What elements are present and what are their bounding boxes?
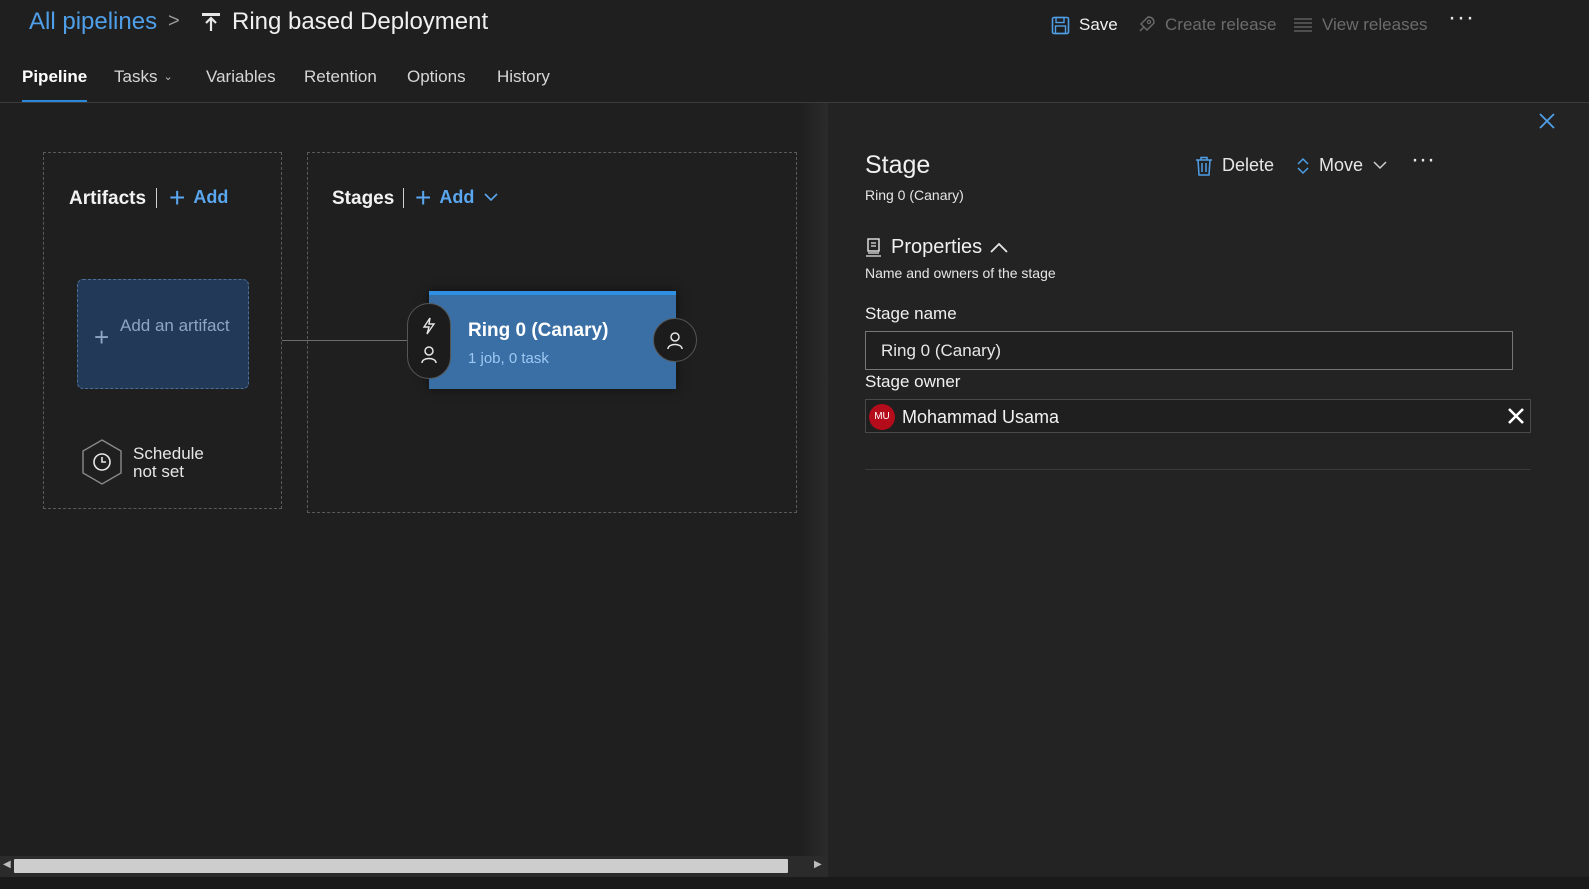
properties-section-toggle[interactable]: Properties <box>865 236 1008 259</box>
post-deployment-conditions[interactable] <box>653 318 697 362</box>
page-title: Ring based Deployment <box>232 8 489 35</box>
chevron-down-icon <box>1373 161 1387 170</box>
clock-icon <box>82 439 122 485</box>
stage-owner-field[interactable]: MU Mohammad Usama <box>865 399 1531 433</box>
stage-name-input[interactable] <box>865 331 1513 370</box>
save-button[interactable]: Save <box>1051 12 1118 38</box>
stage-card-name: Ring 0 (Canary) <box>468 320 609 341</box>
breadcrumb-all-pipelines[interactable]: All pipelines <box>29 8 157 36</box>
breadcrumb-separator: > <box>168 10 180 32</box>
sort-arrows-icon <box>1297 157 1309 174</box>
delete-label: Delete <box>1222 155 1275 175</box>
bottom-strip <box>0 877 1589 889</box>
tab-options[interactable]: Options <box>407 67 466 102</box>
stage-details-panel <box>828 103 1589 877</box>
stage-owner-name: Mohammad Usama <box>902 407 1060 427</box>
lightning-icon <box>422 317 436 335</box>
rocket-icon <box>1139 16 1155 32</box>
add-artifact-label: Add <box>193 187 229 207</box>
section-divider <box>865 469 1531 470</box>
trash-icon <box>1196 156 1212 176</box>
stage-owner-label: Stage owner <box>865 372 961 391</box>
artifacts-divider <box>156 188 157 208</box>
tab-pipeline[interactable]: Pipeline <box>22 67 88 102</box>
top-bar: All pipelines > Ring based Deployment Sa… <box>0 0 1589 48</box>
release-pipeline-icon <box>202 13 220 31</box>
properties-heading: Properties <box>891 236 983 258</box>
chevron-down-icon <box>484 193 498 202</box>
scrollbar-thumb[interactable] <box>14 859 788 873</box>
plus-icon: + <box>415 181 432 213</box>
scroll-right-arrow-icon[interactable]: ▶ <box>814 859 822 870</box>
properties-description: Name and owners of the stage <box>865 265 1056 281</box>
scroll-left-arrow-icon[interactable]: ◀ <box>3 859 11 870</box>
close-icon[interactable] <box>1537 111 1557 131</box>
tab-tasks-label: Tasks <box>114 67 158 86</box>
tab-retention[interactable]: Retention <box>304 67 377 102</box>
create-release-label: Create release <box>1165 15 1277 34</box>
add-stage-button[interactable]: + Add <box>415 181 498 213</box>
tab-variables[interactable]: Variables <box>206 67 276 102</box>
save-label: Save <box>1079 15 1118 34</box>
list-icon <box>1294 18 1312 32</box>
tab-tasks[interactable]: Tasks ⌄ <box>114 67 173 102</box>
view-releases-label: View releases <box>1322 15 1428 34</box>
add-artifact-card[interactable]: + Add an artifact <box>77 279 249 389</box>
stages-divider <box>403 188 404 208</box>
add-stage-label: Add <box>439 187 475 207</box>
schedule-trigger[interactable]: Schedule not set <box>78 438 228 486</box>
stage-card-summary[interactable]: 1 job, 0 task <box>468 350 549 367</box>
add-artifact-button[interactable]: + Add <box>169 181 229 213</box>
save-icon <box>1051 16 1070 34</box>
panel-more-button[interactable]: ··· <box>1411 146 1435 174</box>
chevron-up-icon <box>990 242 1008 253</box>
view-releases-button[interactable]: View releases <box>1293 12 1428 38</box>
create-release-button[interactable]: Create release <box>1136 12 1277 38</box>
more-actions-button[interactable]: ··· <box>1448 4 1475 32</box>
tab-bar: Pipeline Tasks ⌄ Variables Retention Opti… <box>0 56 1589 103</box>
stage-name-label: Stage name <box>865 304 957 323</box>
artifacts-title: Artifacts <box>69 188 147 209</box>
clear-owner-icon[interactable] <box>1504 404 1528 428</box>
panel-title: Stage <box>865 151 931 179</box>
stages-title: Stages <box>332 188 395 209</box>
plus-icon: + <box>169 181 186 213</box>
move-stage-button[interactable]: Move <box>1296 155 1396 176</box>
schedule-label: Schedule not set <box>133 444 204 481</box>
add-artifact-card-label: Add an artifact <box>120 316 230 335</box>
canvas-edge-shadow <box>800 103 828 877</box>
properties-icon <box>866 238 881 257</box>
pre-deployment-conditions[interactable] <box>407 303 451 379</box>
chevron-down-icon: ⌄ <box>163 71 173 83</box>
person-icon <box>421 346 437 364</box>
horizontal-scrollbar[interactable]: ◀ ▶ <box>0 856 828 877</box>
person-icon <box>667 332 683 350</box>
tab-history[interactable]: History <box>497 67 550 102</box>
panel-subtitle: Ring 0 (Canary) <box>865 187 964 203</box>
plus-icon: + <box>94 322 110 352</box>
stage-card[interactable]: Ring 0 (Canary) 1 job, 0 task <box>429 291 676 389</box>
move-label: Move <box>1319 155 1364 175</box>
avatar: MU <box>869 404 895 430</box>
delete-stage-button[interactable]: Delete <box>1195 155 1274 176</box>
